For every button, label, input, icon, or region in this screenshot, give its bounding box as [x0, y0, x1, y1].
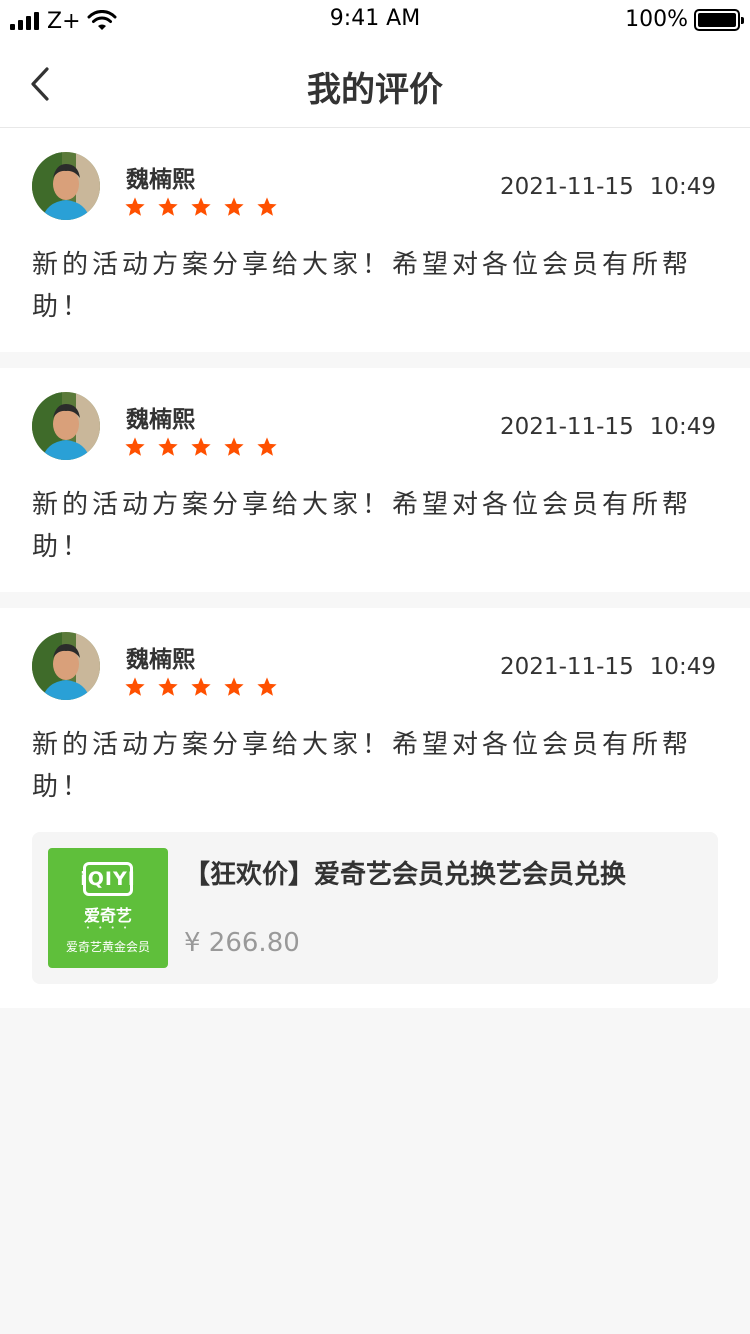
- star-icon: [125, 677, 145, 696]
- product-title: 【狂欢价】爱奇艺会员兑换艺会员兑换: [184, 860, 627, 890]
- review-card: 魏楠熙 2021-11-15 10:49 新的活动方案分享给大家！希望对各位会员…: [0, 368, 750, 592]
- thumbnail-decoration: • • • •: [85, 924, 131, 932]
- star-icon: [125, 437, 145, 456]
- battery-icon: [694, 8, 744, 31]
- review-list: 魏楠熙 2021-11-15 10:49 新的活动方案分享给大家！希望对各位会员…: [0, 128, 750, 1024]
- star-rating: [124, 676, 278, 698]
- username: 魏楠熙: [126, 167, 195, 193]
- star-icon: [191, 677, 211, 696]
- avatar[interactable]: [32, 152, 100, 220]
- username: 魏楠熙: [126, 407, 195, 433]
- thumbnail-caption: 爱奇艺黄金会员: [65, 940, 150, 954]
- review-card: 魏楠熙 2021-11-15 10:49 新的活动方案分享给大家！希望对各位会员…: [0, 608, 750, 1008]
- review-datetime: 2021-11-15 10:49: [500, 174, 716, 200]
- status-right: 100%: [625, 7, 744, 32]
- review-datetime: 2021-11-15 10:49: [500, 654, 716, 680]
- review-card: 魏楠熙 2021-11-15 10:49 新的活动方案分享给大家！希望对各位会员…: [0, 128, 750, 352]
- product-card[interactable]: iQIYI 爱奇艺 • • • • 爱奇艺黄金会员 【狂欢价】爱奇艺会员兑换艺会…: [32, 832, 718, 984]
- product-thumbnail: iQIYI 爱奇艺 • • • • 爱奇艺黄金会员: [48, 848, 168, 968]
- page-title: 我的评价: [307, 70, 443, 110]
- star-icon: [257, 437, 277, 456]
- star-rating: [124, 436, 278, 458]
- avatar[interactable]: [32, 632, 100, 700]
- review-time: 10:49: [649, 654, 716, 680]
- star-icon: [158, 197, 178, 216]
- nav-bar: 我的评价: [0, 40, 750, 128]
- review-datetime: 2021-11-15 10:49: [500, 414, 716, 440]
- username: 魏楠熙: [126, 647, 195, 673]
- battery-percent: 100%: [625, 7, 688, 32]
- star-icon: [191, 437, 211, 456]
- star-icon: [158, 677, 178, 696]
- review-date: 2021-11-15: [500, 654, 634, 680]
- star-rating: [124, 196, 278, 218]
- star-icon: [257, 197, 277, 216]
- star-icon: [224, 197, 244, 216]
- review-time: 10:49: [649, 174, 716, 200]
- review-content: 新的活动方案分享给大家！希望对各位会员有所帮助！: [32, 730, 693, 802]
- review-date: 2021-11-15: [500, 174, 634, 200]
- avatar[interactable]: [32, 392, 100, 460]
- thumbnail-brand: 爱奇艺: [83, 906, 132, 925]
- star-icon: [224, 437, 244, 456]
- review-content: 新的活动方案分享给大家！希望对各位会员有所帮助！: [32, 490, 693, 562]
- iqiyi-logo: iQIYI: [80, 862, 135, 896]
- review-time: 10:49: [649, 414, 716, 440]
- star-icon: [158, 437, 178, 456]
- review-content: 新的活动方案分享给大家！希望对各位会员有所帮助！: [32, 250, 693, 322]
- star-icon: [224, 677, 244, 696]
- star-icon: [191, 197, 211, 216]
- status-bar: Z+ 9:41 AM 100%: [0, 0, 750, 40]
- product-price: ¥ 266.80: [184, 928, 300, 958]
- review-date: 2021-11-15: [500, 414, 634, 440]
- star-icon: [257, 677, 277, 696]
- star-icon: [125, 197, 145, 216]
